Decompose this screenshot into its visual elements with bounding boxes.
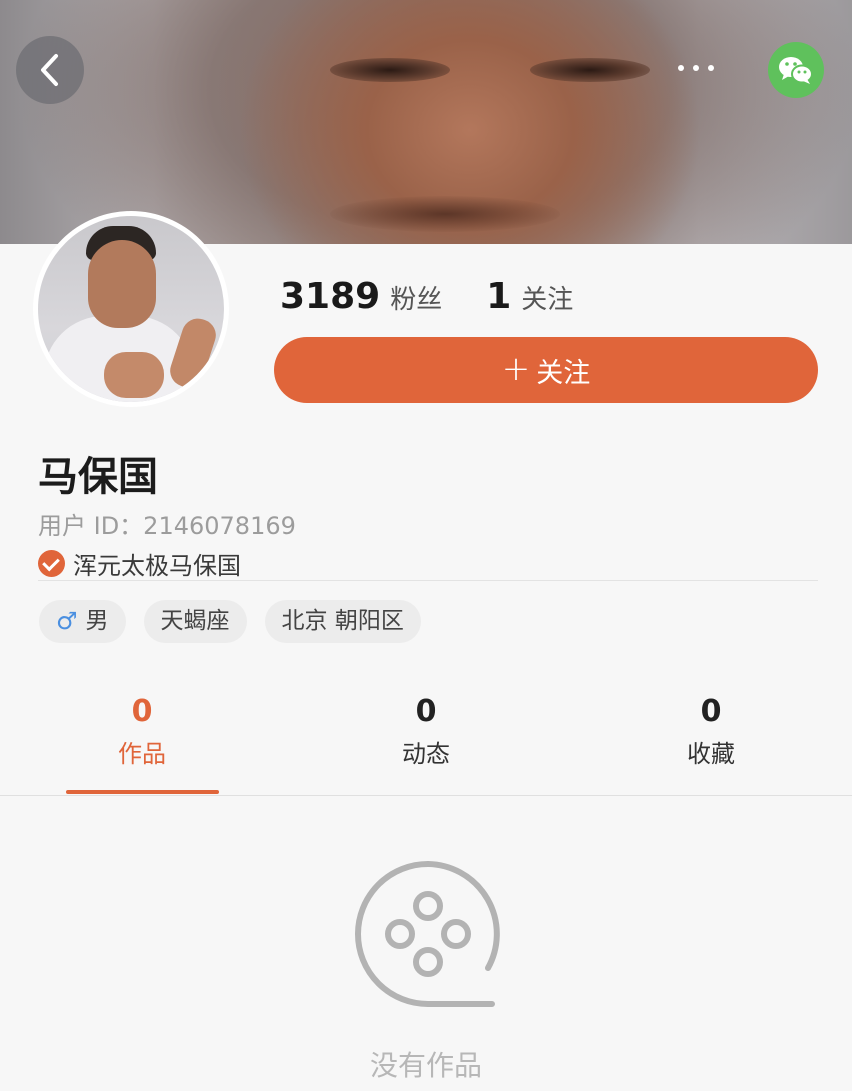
tab-works-label: 作品 — [118, 740, 166, 768]
banner-shadow — [330, 196, 560, 232]
tab-favorites-label: 收藏 — [687, 740, 735, 768]
male-icon: ♂ — [56, 607, 78, 635]
plus-icon: + — [501, 348, 531, 389]
zodiac-label: 天蝎座 — [160, 608, 230, 634]
follow-button-label: 关注 — [536, 357, 591, 389]
tab-works-count: 0 — [131, 694, 153, 729]
tab-moments-count: 0 — [415, 694, 437, 729]
tag-gender: ♂ 男 — [39, 600, 126, 643]
tab-works[interactable]: 0 作品 — [42, 690, 242, 774]
avatar[interactable] — [33, 211, 229, 407]
content-tabs: 0 作品 0 动态 0 收藏 — [0, 690, 852, 796]
profile-stats: 3189 粉丝 1 关注 — [280, 276, 573, 320]
wechat-icon — [779, 57, 813, 84]
chevron-left-icon — [41, 54, 58, 86]
verified-badge: 浑元太极马保国 — [38, 546, 241, 581]
film-reel-icon — [355, 861, 500, 1007]
tab-favorites-count: 0 — [700, 694, 722, 729]
tab-moments-label: 动态 — [402, 740, 450, 768]
follow-button[interactable]: + 关注 — [274, 337, 818, 403]
fans-count[interactable]: 3189 — [280, 276, 380, 317]
empty-state-text: 没有作品 — [369, 1049, 482, 1082]
profile-banner — [0, 0, 852, 244]
banner-eye-right — [530, 58, 650, 82]
following-label[interactable]: 关注 — [521, 279, 573, 316]
location-label: 北京 朝阳区 — [281, 608, 404, 634]
wechat-share-button[interactable] — [768, 42, 824, 98]
tab-moments[interactable]: 0 动态 — [326, 690, 526, 774]
gender-label: 男 — [85, 608, 109, 634]
verified-label: 浑元太极马保国 — [73, 552, 241, 580]
more-horizontal-icon — [678, 65, 684, 71]
back-button[interactable] — [16, 36, 84, 104]
following-count[interactable]: 1 — [486, 276, 511, 317]
more-button[interactable] — [668, 52, 724, 86]
banner-eye-left — [330, 58, 450, 82]
tag-zodiac: 天蝎座 — [143, 600, 247, 643]
fans-label[interactable]: 粉丝 — [390, 279, 442, 316]
user-id: 用户 ID：2146078169 — [38, 512, 296, 540]
divider — [38, 580, 818, 581]
tag-location: 北京 朝阳区 — [264, 600, 421, 643]
active-tab-indicator — [66, 790, 219, 794]
tabs-divider — [0, 795, 852, 796]
tab-favorites[interactable]: 0 收藏 — [611, 690, 811, 774]
profile-tags: ♂ 男 天蝎座 北京 朝阳区 — [39, 600, 439, 643]
verified-check-icon — [38, 550, 65, 577]
profile-name: 马保国 — [38, 454, 158, 500]
